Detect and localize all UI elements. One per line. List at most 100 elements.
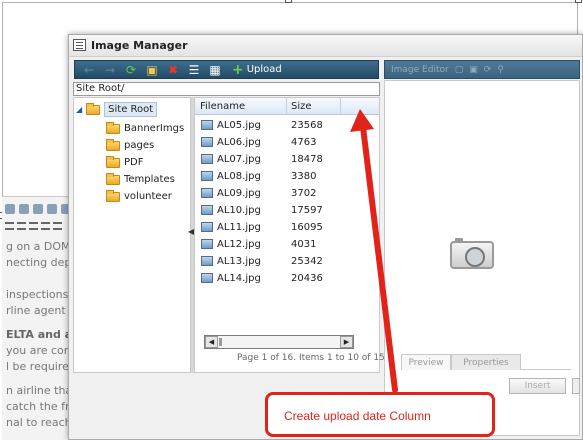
file-size: 23568	[291, 120, 323, 131]
file-name: AL11.jpg	[217, 222, 261, 233]
tab-properties[interactable]: Properties	[451, 354, 521, 370]
table-row[interactable]: AL06.jpg 4763	[195, 134, 379, 151]
image-file-icon	[201, 239, 213, 249]
cancel-button[interactable]	[572, 378, 580, 394]
tree-folder-label: volunteer	[124, 191, 172, 202]
tree-folder-templates[interactable]: Templates	[106, 172, 175, 185]
new-folder-icon[interactable]: ▣	[144, 62, 160, 77]
folder-icon	[106, 189, 120, 202]
tree-root-label[interactable]: Site Root	[104, 102, 158, 117]
table-row[interactable]: AL11.jpg 16095	[195, 219, 379, 236]
table-row[interactable]: AL12.jpg 4031	[195, 236, 379, 253]
scroll-left-icon[interactable]: ◀	[205, 336, 218, 348]
file-toolbar: ← → ⟳ ▣ ✖ ☰ ▦ + Upload	[74, 60, 379, 79]
table-row[interactable]: AL10.jpg 17597	[195, 202, 379, 219]
tree-folder-volunteer[interactable]: volunteer	[106, 189, 172, 202]
grid-header: Filename Size	[195, 98, 379, 115]
scroll-thumb[interactable]	[219, 338, 222, 346]
file-size: 4763	[291, 137, 317, 148]
editor-toolbar-row-1	[2, 201, 72, 217]
tree-folder-pages[interactable]: pages	[106, 138, 155, 151]
plus-icon: +	[232, 61, 244, 78]
file-name: AL05.jpg	[217, 120, 261, 131]
table-row[interactable]: AL09.jpg 3702	[195, 185, 379, 202]
file-size: 25342	[291, 256, 323, 267]
file-size: 20436	[291, 273, 323, 284]
column-header-filename[interactable]: Filename	[200, 101, 245, 112]
file-name: AL14.jpg	[217, 273, 261, 284]
tree-root[interactable]: ◢ Site Root	[76, 102, 158, 117]
image-editor-toolbar: Image Editor ▢ ▣ ⟳ ⚲	[384, 60, 580, 79]
preview-pane: Preview Properties Insert	[384, 80, 580, 436]
table-row[interactable]: AL14.jpg 20436	[195, 270, 379, 287]
folder-icon	[106, 172, 120, 185]
annotation-text: Create upload date Column	[284, 409, 431, 423]
thumbnail-view-icon[interactable]: ▦	[207, 62, 223, 77]
forward-arrow-icon[interactable]: →	[102, 62, 118, 77]
upload-label: Upload	[246, 64, 282, 75]
tree-folder-bannerimgs[interactable]: BannerImgs	[106, 121, 185, 134]
preview-tabs: Preview Properties	[401, 354, 571, 370]
image-editor-button[interactable]: Image Editor	[391, 65, 449, 75]
rotate-icon[interactable]: ⟳	[484, 65, 492, 75]
table-row[interactable]: AL13.jpg 25342	[195, 253, 379, 270]
image-file-icon	[201, 154, 213, 164]
resize-handle-top[interactable]	[285, 0, 292, 3]
file-size: 4031	[291, 239, 317, 250]
image-file-icon	[201, 273, 213, 283]
tab-preview[interactable]: Preview	[401, 354, 451, 370]
horizontal-scrollbar[interactable]: ◀ ▶	[204, 335, 354, 349]
tree-folder-label: pages	[124, 140, 155, 151]
image-file-icon	[201, 256, 213, 266]
zoom-icon[interactable]: ⚲	[497, 65, 504, 75]
tree-folder-pdf[interactable]: PDF	[106, 155, 144, 168]
image-file-icon	[201, 222, 213, 232]
tree-folder-label: Templates	[124, 174, 175, 185]
crop-icon[interactable]: ▢	[455, 65, 464, 75]
file-size: 3702	[291, 188, 317, 199]
annotation-callout: Create upload date Column	[265, 392, 495, 437]
file-name: AL07.jpg	[217, 154, 261, 165]
column-header-size[interactable]: Size	[291, 101, 312, 112]
camera-icon	[450, 238, 494, 269]
resize-handle-top-right[interactable]	[575, 0, 582, 3]
table-row[interactable]: AL08.jpg 3380	[195, 168, 379, 185]
image-file-icon	[201, 171, 213, 181]
image-manager-dialog: Image Manager ← → ⟳ ▣ ✖ ☰ ▦ + Upload Ima…	[68, 34, 583, 440]
image-file-icon	[201, 137, 213, 147]
list-view-icon[interactable]: ☰	[186, 62, 202, 77]
refresh-icon[interactable]: ⟳	[123, 62, 139, 77]
folder-icon	[106, 155, 120, 168]
folder-icon	[106, 138, 120, 151]
dialog-titlebar[interactable]: Image Manager	[69, 35, 582, 57]
insert-button[interactable]: Insert	[509, 378, 566, 394]
file-name: AL06.jpg	[217, 137, 261, 148]
image-file-icon	[201, 188, 213, 198]
delete-icon[interactable]: ✖	[165, 62, 181, 77]
upload-button[interactable]: + Upload	[228, 62, 286, 78]
editor-content-area: g on a DOMES necting departu inspections…	[2, 196, 95, 440]
file-name: AL13.jpg	[217, 256, 261, 267]
file-name: AL10.jpg	[217, 205, 261, 216]
resize-icon[interactable]: ▣	[469, 65, 478, 75]
file-size: 18478	[291, 154, 323, 165]
column-divider[interactable]	[340, 98, 341, 115]
file-size: 3380	[291, 171, 317, 182]
file-size: 16095	[291, 222, 323, 233]
table-row[interactable]: AL05.jpg 23568	[195, 117, 379, 134]
folder-icon	[86, 102, 101, 115]
scroll-right-icon[interactable]: ▶	[340, 336, 353, 348]
dialog-title: Image Manager	[91, 39, 188, 52]
table-row[interactable]: AL07.jpg 18478	[195, 151, 379, 168]
file-size: 17597	[291, 205, 323, 216]
file-name: AL12.jpg	[217, 239, 261, 250]
file-name: AL08.jpg	[217, 171, 261, 182]
back-arrow-icon[interactable]: ←	[81, 62, 97, 77]
column-divider[interactable]	[286, 98, 287, 115]
tree-folder-label: PDF	[124, 157, 144, 168]
window-icon	[73, 39, 86, 51]
current-path: Site Root/	[73, 82, 380, 96]
collapse-triangle-icon[interactable]: ◢	[76, 105, 82, 114]
tree-folder-label: BannerImgs	[124, 123, 185, 134]
file-name: AL09.jpg	[217, 188, 261, 199]
